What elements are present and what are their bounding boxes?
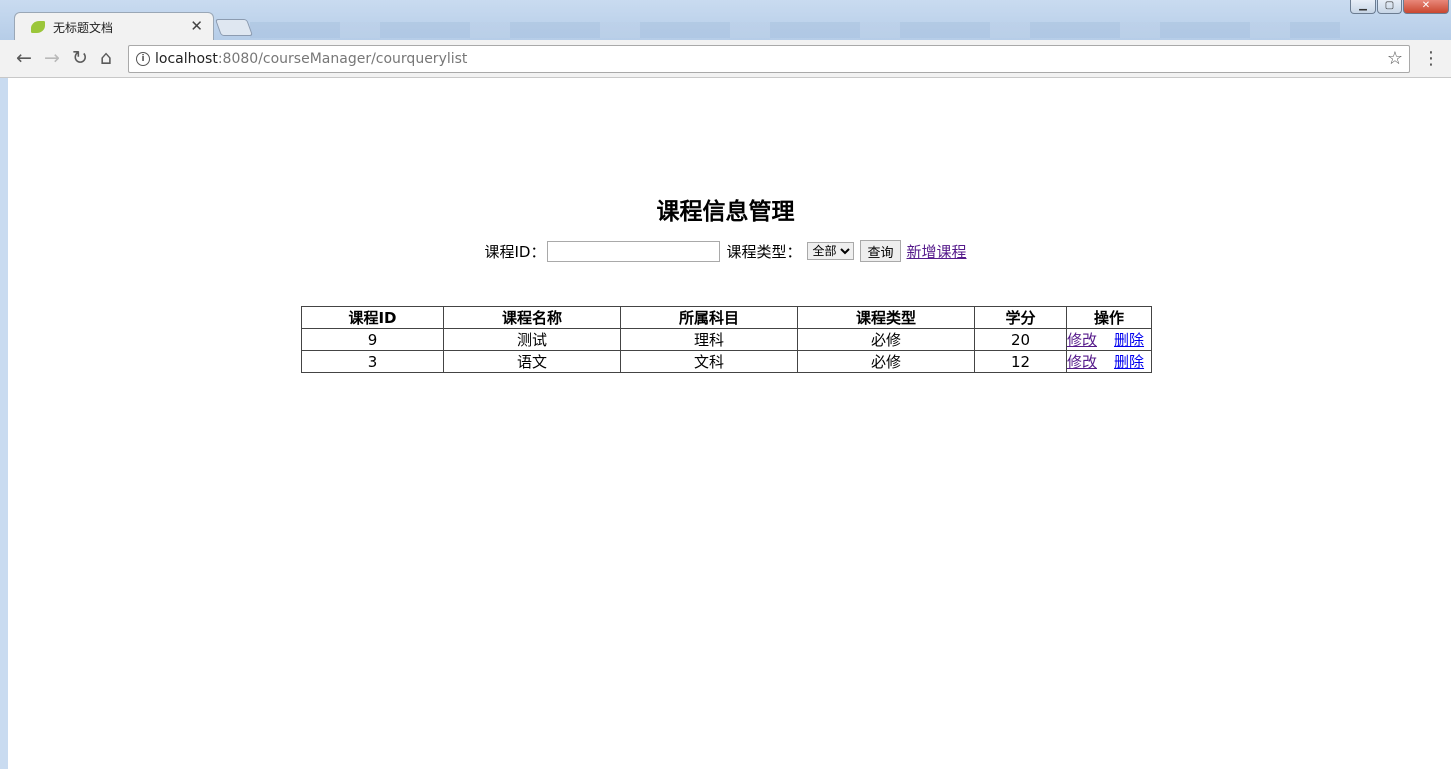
new-tab-button[interactable]	[214, 19, 254, 36]
edit-link[interactable]: 修改	[1067, 353, 1097, 371]
cell-subject: 文科	[620, 350, 798, 373]
header-course-type: 课程类型	[797, 306, 975, 329]
back-arrow-icon[interactable]: ←	[16, 48, 32, 68]
course-id-input[interactable]	[547, 240, 721, 262]
table-row: 3 语文 文科 必修 12 修改 删除	[301, 350, 1152, 373]
cell-subject: 理科	[620, 328, 798, 351]
edit-link[interactable]: 修改	[1067, 331, 1097, 349]
menu-icon[interactable]: ⋮	[1422, 48, 1440, 69]
table-row: 9 测试 理科 必修 20 修改 删除	[301, 328, 1152, 351]
add-course-link[interactable]: 新增课程	[907, 241, 967, 262]
maximize-window-button[interactable]: ▢	[1377, 0, 1402, 14]
header-credit: 学分	[974, 306, 1067, 329]
browser-tab-active[interactable]: 无标题文档 ✕	[14, 12, 214, 41]
cell-credit: 20	[974, 328, 1067, 351]
cell-course-type: 必修	[797, 350, 975, 373]
minimize-window-button[interactable]: ▁	[1350, 0, 1376, 14]
query-button[interactable]: 查询	[860, 240, 901, 262]
window-left-border	[0, 78, 8, 769]
reload-icon[interactable]: ↻	[72, 48, 88, 68]
cell-course-name: 语文	[443, 350, 621, 373]
close-window-button[interactable]: ✕	[1403, 0, 1449, 14]
header-course-id: 课程ID	[301, 306, 444, 329]
table-header-row: 课程ID 课程名称 所属科目 课程类型 学分 操作	[301, 306, 1152, 329]
delete-link[interactable]: 删除	[1114, 353, 1144, 371]
course-type-select[interactable]: 全部	[807, 242, 855, 260]
background-window-tabs	[250, 22, 1340, 38]
header-course-name: 课程名称	[443, 306, 621, 329]
cell-course-id: 9	[301, 328, 444, 351]
header-operation: 操作	[1066, 306, 1152, 329]
browser-toolbar: ← → ↻ ⌂ i localhost:8080/courseManager/c…	[0, 40, 1451, 78]
leaf-favicon-icon	[31, 21, 45, 33]
tab-title: 无标题文档	[53, 21, 114, 35]
tab-close-icon[interactable]: ✕	[190, 17, 203, 35]
star-icon[interactable]: ☆	[1387, 48, 1403, 69]
course-id-label: 课程ID：	[484, 242, 546, 261]
delete-link[interactable]: 删除	[1114, 331, 1144, 349]
address-bar[interactable]: i localhost:8080/courseManager/courquery…	[128, 45, 1410, 73]
home-icon[interactable]: ⌂	[100, 48, 112, 68]
cell-course-name: 测试	[443, 328, 621, 351]
url-path: :8080/courseManager/courquerylist	[217, 51, 468, 67]
forward-arrow-icon[interactable]: →	[44, 48, 60, 68]
cell-operations: 修改 删除	[1066, 328, 1152, 351]
url-host: localhost	[155, 51, 218, 67]
course-type-label: 课程类型：	[726, 242, 802, 261]
search-form: 课程ID： 课程类型： 全部 查询 新增课程	[0, 240, 1451, 266]
url-text[interactable]: localhost:8080/courseManager/courqueryli…	[155, 51, 467, 67]
course-table: 课程ID 课程名称 所属科目 课程类型 学分 操作 9 测试 理科 必修 20 …	[301, 306, 1152, 373]
info-icon[interactable]: i	[136, 52, 150, 66]
header-subject: 所属科目	[620, 306, 798, 329]
cell-course-id: 3	[301, 350, 444, 373]
page-title: 课程信息管理	[656, 199, 795, 225]
cell-course-type: 必修	[797, 328, 975, 351]
window-titlebar: 无标题文档 ✕ ▁ ▢ ✕	[0, 0, 1451, 41]
cell-credit: 12	[974, 350, 1067, 373]
cell-operations: 修改 删除	[1066, 350, 1152, 373]
